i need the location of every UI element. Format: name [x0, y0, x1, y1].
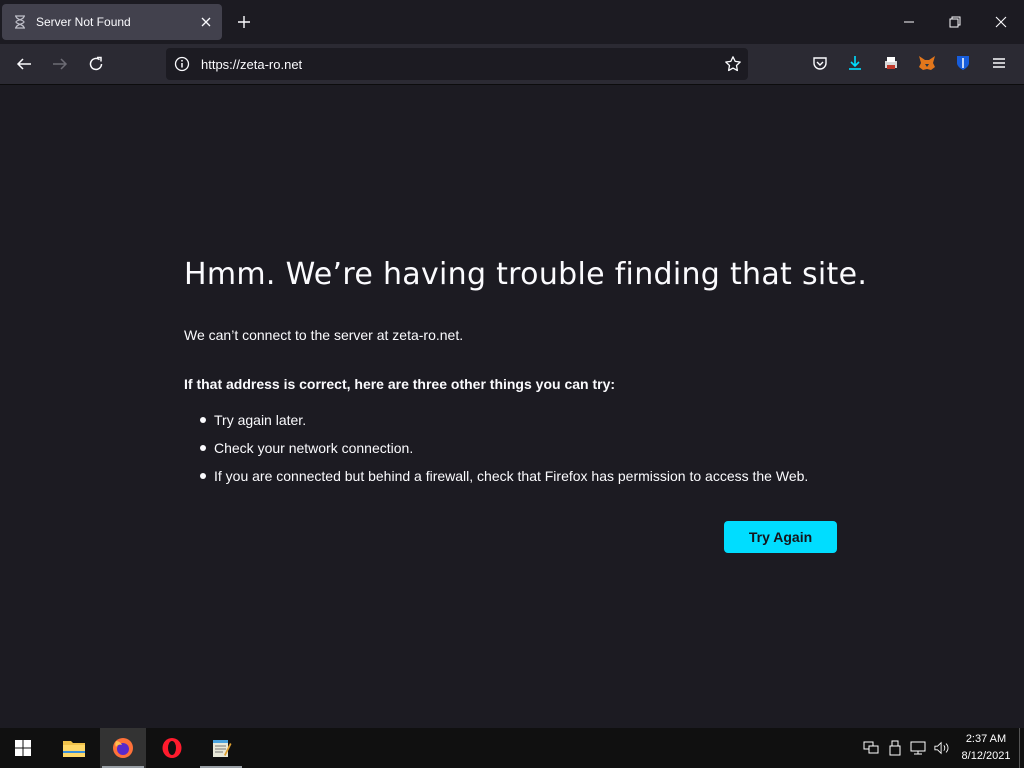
notepad-icon[interactable]	[198, 728, 244, 768]
close-icon[interactable]	[196, 12, 216, 32]
url-text[interactable]: https://zeta-ro.net	[201, 57, 302, 72]
restore-button[interactable]	[940, 8, 970, 36]
hourglass-icon	[12, 14, 28, 30]
pocket-icon[interactable]	[811, 54, 829, 72]
bookmark-star-icon[interactable]	[724, 55, 742, 73]
show-desktop-button[interactable]	[1019, 728, 1020, 768]
tab-strip: Server Not Found	[0, 0, 1024, 44]
clock-time: 2:37 AM	[965, 733, 1007, 745]
suggestions-heading: If that address is correct, here are thr…	[184, 376, 616, 392]
clock-date: 8/12/2021	[961, 750, 1011, 762]
tab-active[interactable]: Server Not Found	[2, 4, 222, 40]
speaker-icon[interactable]	[934, 740, 950, 756]
new-tab-button[interactable]	[234, 12, 254, 32]
hamburger-menu-icon[interactable]	[990, 54, 1008, 72]
windows-logo-icon	[15, 740, 31, 756]
taskbar: 2:37 AM 8/12/2021	[0, 728, 1024, 768]
back-button[interactable]	[12, 52, 36, 76]
network-device-icon[interactable]	[863, 740, 879, 756]
arrow-right-icon	[53, 58, 68, 70]
url-bar[interactable]: https://zeta-ro.net	[166, 48, 748, 80]
list-item: Try again later.	[184, 409, 808, 437]
page-title: Hmm. We’re having trouble finding that s…	[184, 257, 868, 292]
navigation-toolbar: https://zeta-ro.net	[0, 44, 1024, 85]
start-button[interactable]	[0, 728, 46, 768]
forward-button[interactable]	[48, 52, 72, 76]
tab-title: Server Not Found	[36, 15, 131, 29]
opera-icon[interactable]	[149, 728, 195, 768]
info-icon[interactable]	[174, 56, 190, 72]
firefox-icon[interactable]	[100, 728, 146, 768]
extension-printer-icon[interactable]	[882, 54, 900, 72]
error-description: We can’t connect to the server at zeta-r…	[184, 327, 464, 343]
reload-icon	[89, 56, 103, 71]
download-icon[interactable]	[846, 54, 864, 72]
minimize-button[interactable]	[894, 8, 924, 36]
reload-button[interactable]	[84, 52, 108, 76]
list-item: Check your network connection.	[184, 437, 808, 465]
error-page: Hmm. We’re having trouble finding that s…	[0, 85, 1024, 728]
metamask-fox-icon[interactable]	[918, 54, 936, 72]
file-explorer-icon[interactable]	[51, 728, 97, 768]
arrow-left-icon	[16, 58, 31, 70]
list-item: If you are connected but behind a firewa…	[184, 465, 808, 493]
suggestions-list: Try again later. Check your network conn…	[184, 409, 808, 493]
close-window-button[interactable]	[986, 8, 1016, 36]
try-again-button[interactable]: Try Again	[724, 521, 837, 553]
usb-drive-icon[interactable]	[887, 740, 903, 756]
ethernet-icon[interactable]	[910, 740, 926, 756]
system-clock[interactable]: 2:37 AM 8/12/2021	[958, 731, 1014, 765]
bitwarden-shield-icon[interactable]	[954, 54, 972, 72]
